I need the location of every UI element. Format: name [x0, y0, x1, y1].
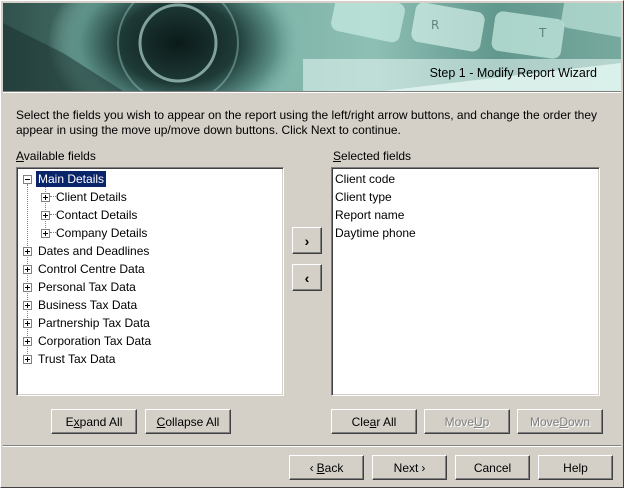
tree-item-main-details[interactable]: Main Details: [23, 170, 108, 188]
tree-item-personal-tax-data[interactable]: Personal Tax Data: [23, 278, 138, 296]
move-down-button[interactable]: Move Down: [517, 409, 603, 434]
expand-toggle-icon[interactable]: [23, 282, 32, 292]
wizard-step-title: Step 1 - Modify Report Wizard: [429, 66, 597, 80]
next-button[interactable]: Next ›: [372, 455, 447, 480]
expand-toggle-icon[interactable]: [23, 264, 32, 274]
tree-item-label: Corporation Tax Data: [38, 334, 152, 348]
expand-toggle-icon[interactable]: [23, 246, 32, 256]
svg-text:T: T: [538, 26, 547, 40]
expand-toggle-icon[interactable]: [41, 228, 50, 238]
list-item[interactable]: Client code: [335, 170, 395, 188]
tree-item-label: Contact Details: [56, 208, 138, 222]
tree-item-label: Business Tax Data: [38, 298, 138, 312]
tree-item-label: Client Details: [56, 190, 127, 204]
instructions-text: Select the fields you wish to appear on …: [16, 108, 598, 137]
tree-item-label: Company Details: [56, 226, 148, 240]
tree-item-business-tax-data[interactable]: Business Tax Data: [23, 296, 139, 314]
selected-fields-list[interactable]: Client code Client type Report name Dayt…: [331, 167, 600, 396]
collapse-toggle-icon[interactable]: [23, 174, 32, 184]
cancel-button[interactable]: Cancel: [455, 455, 530, 480]
tree-item-dates-and-deadlines[interactable]: Dates and Deadlines: [23, 242, 151, 260]
expand-toggle-icon[interactable]: [23, 318, 32, 328]
tree-item-company-details[interactable]: Company Details: [41, 224, 149, 242]
tree-item-client-details[interactable]: Client Details: [41, 188, 129, 206]
list-item[interactable]: Report name: [335, 206, 404, 224]
remove-field-button[interactable]: ‹: [292, 264, 322, 291]
tree-item-label: Partnership Tax Data: [38, 316, 150, 330]
tree-item-trust-tax-data[interactable]: Trust Tax Data: [23, 350, 117, 368]
tree-item-label: Dates and Deadlines: [38, 244, 150, 258]
tree-item-label: Control Centre Data: [38, 262, 145, 276]
move-up-button[interactable]: Move Up: [424, 409, 510, 434]
tree-item-label: Personal Tax Data: [38, 280, 136, 294]
list-item[interactable]: Client type: [335, 188, 392, 206]
back-button[interactable]: ‹ Back: [289, 455, 364, 480]
add-field-button[interactable]: ›: [292, 227, 322, 254]
clear-all-button[interactable]: Cle a r All: [331, 409, 417, 434]
expand-toggle-icon[interactable]: [23, 336, 32, 346]
selected-fields-label: Selected fields: [333, 149, 412, 163]
list-item[interactable]: Daytime phone: [335, 224, 416, 242]
help-button[interactable]: Help: [538, 455, 613, 480]
tree-item-control-centre-data[interactable]: Control Centre Data: [23, 260, 147, 278]
banner-divider: [3, 91, 621, 93]
expand-toggle-icon[interactable]: [41, 210, 50, 220]
collapse-all-button[interactable]: Collapse All: [145, 409, 231, 434]
expand-toggle-icon[interactable]: [41, 192, 50, 202]
wizard-window: R T Step 1 - Modify Report Wizard Select…: [0, 0, 624, 488]
tree-item-contact-details[interactable]: Contact Details: [41, 206, 139, 224]
tree-item-label: Main Details: [34, 170, 108, 188]
footer-divider: [3, 445, 621, 447]
tree-item-label: Trust Tax Data: [38, 352, 116, 366]
expand-toggle-icon[interactable]: [23, 300, 32, 310]
expand-all-button[interactable]: Ex pand All: [51, 409, 137, 434]
tree-item-partnership-tax-data[interactable]: Partnership Tax Data: [23, 314, 152, 332]
wizard-banner: R T Step 1 - Modify Report Wizard: [3, 3, 621, 91]
svg-text:R: R: [431, 18, 439, 32]
available-fields-tree[interactable]: Main Details Client Details Contact Deta…: [16, 167, 284, 396]
expand-toggle-icon[interactable]: [23, 354, 32, 364]
tree-item-corporation-tax-data[interactable]: Corporation Tax Data: [23, 332, 153, 350]
available-fields-label: Available fields: [16, 149, 96, 163]
